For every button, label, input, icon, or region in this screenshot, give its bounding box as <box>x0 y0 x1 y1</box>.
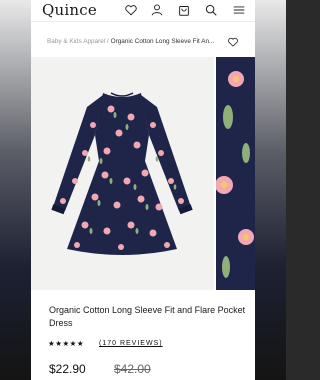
heart-icon[interactable] <box>124 3 138 17</box>
breadcrumb-separator: / <box>107 38 109 45</box>
product-page: Quince Baby & Kids Apparel / Organic Cot… <box>31 0 255 380</box>
user-icon[interactable] <box>150 3 164 17</box>
site-header: Quince <box>31 0 255 22</box>
rating-stars: ★★★★★ <box>48 339 85 348</box>
breadcrumb-current: Organic Cotton Long Sleeve Fit An... <box>110 38 215 45</box>
sale-price: $22.90 <box>49 362 86 376</box>
background-blur-left <box>0 0 31 380</box>
wishlist-heart-icon[interactable] <box>227 36 239 48</box>
logo[interactable]: Quince <box>42 1 97 19</box>
cart-icon[interactable] <box>177 3 191 17</box>
original-price: $42.00 <box>114 362 151 376</box>
background-blur-right <box>255 0 286 380</box>
product-image-secondary[interactable] <box>216 57 255 290</box>
breadcrumb: Baby & Kids Apparel / Organic Cotton Lon… <box>47 38 243 45</box>
search-icon[interactable] <box>204 3 218 17</box>
dress-closeup <box>216 71 254 278</box>
menu-icon[interactable] <box>232 3 246 17</box>
breadcrumb-parent[interactable]: Baby & Kids Apparel <box>47 38 105 45</box>
dress-illustration <box>51 92 193 255</box>
product-title: Organic Cotton Long Sleeve Fit and Flare… <box>49 305 246 328</box>
product-image-main[interactable] <box>31 57 214 290</box>
reviews-link[interactable]: (170 REVIEWS) <box>99 340 163 347</box>
